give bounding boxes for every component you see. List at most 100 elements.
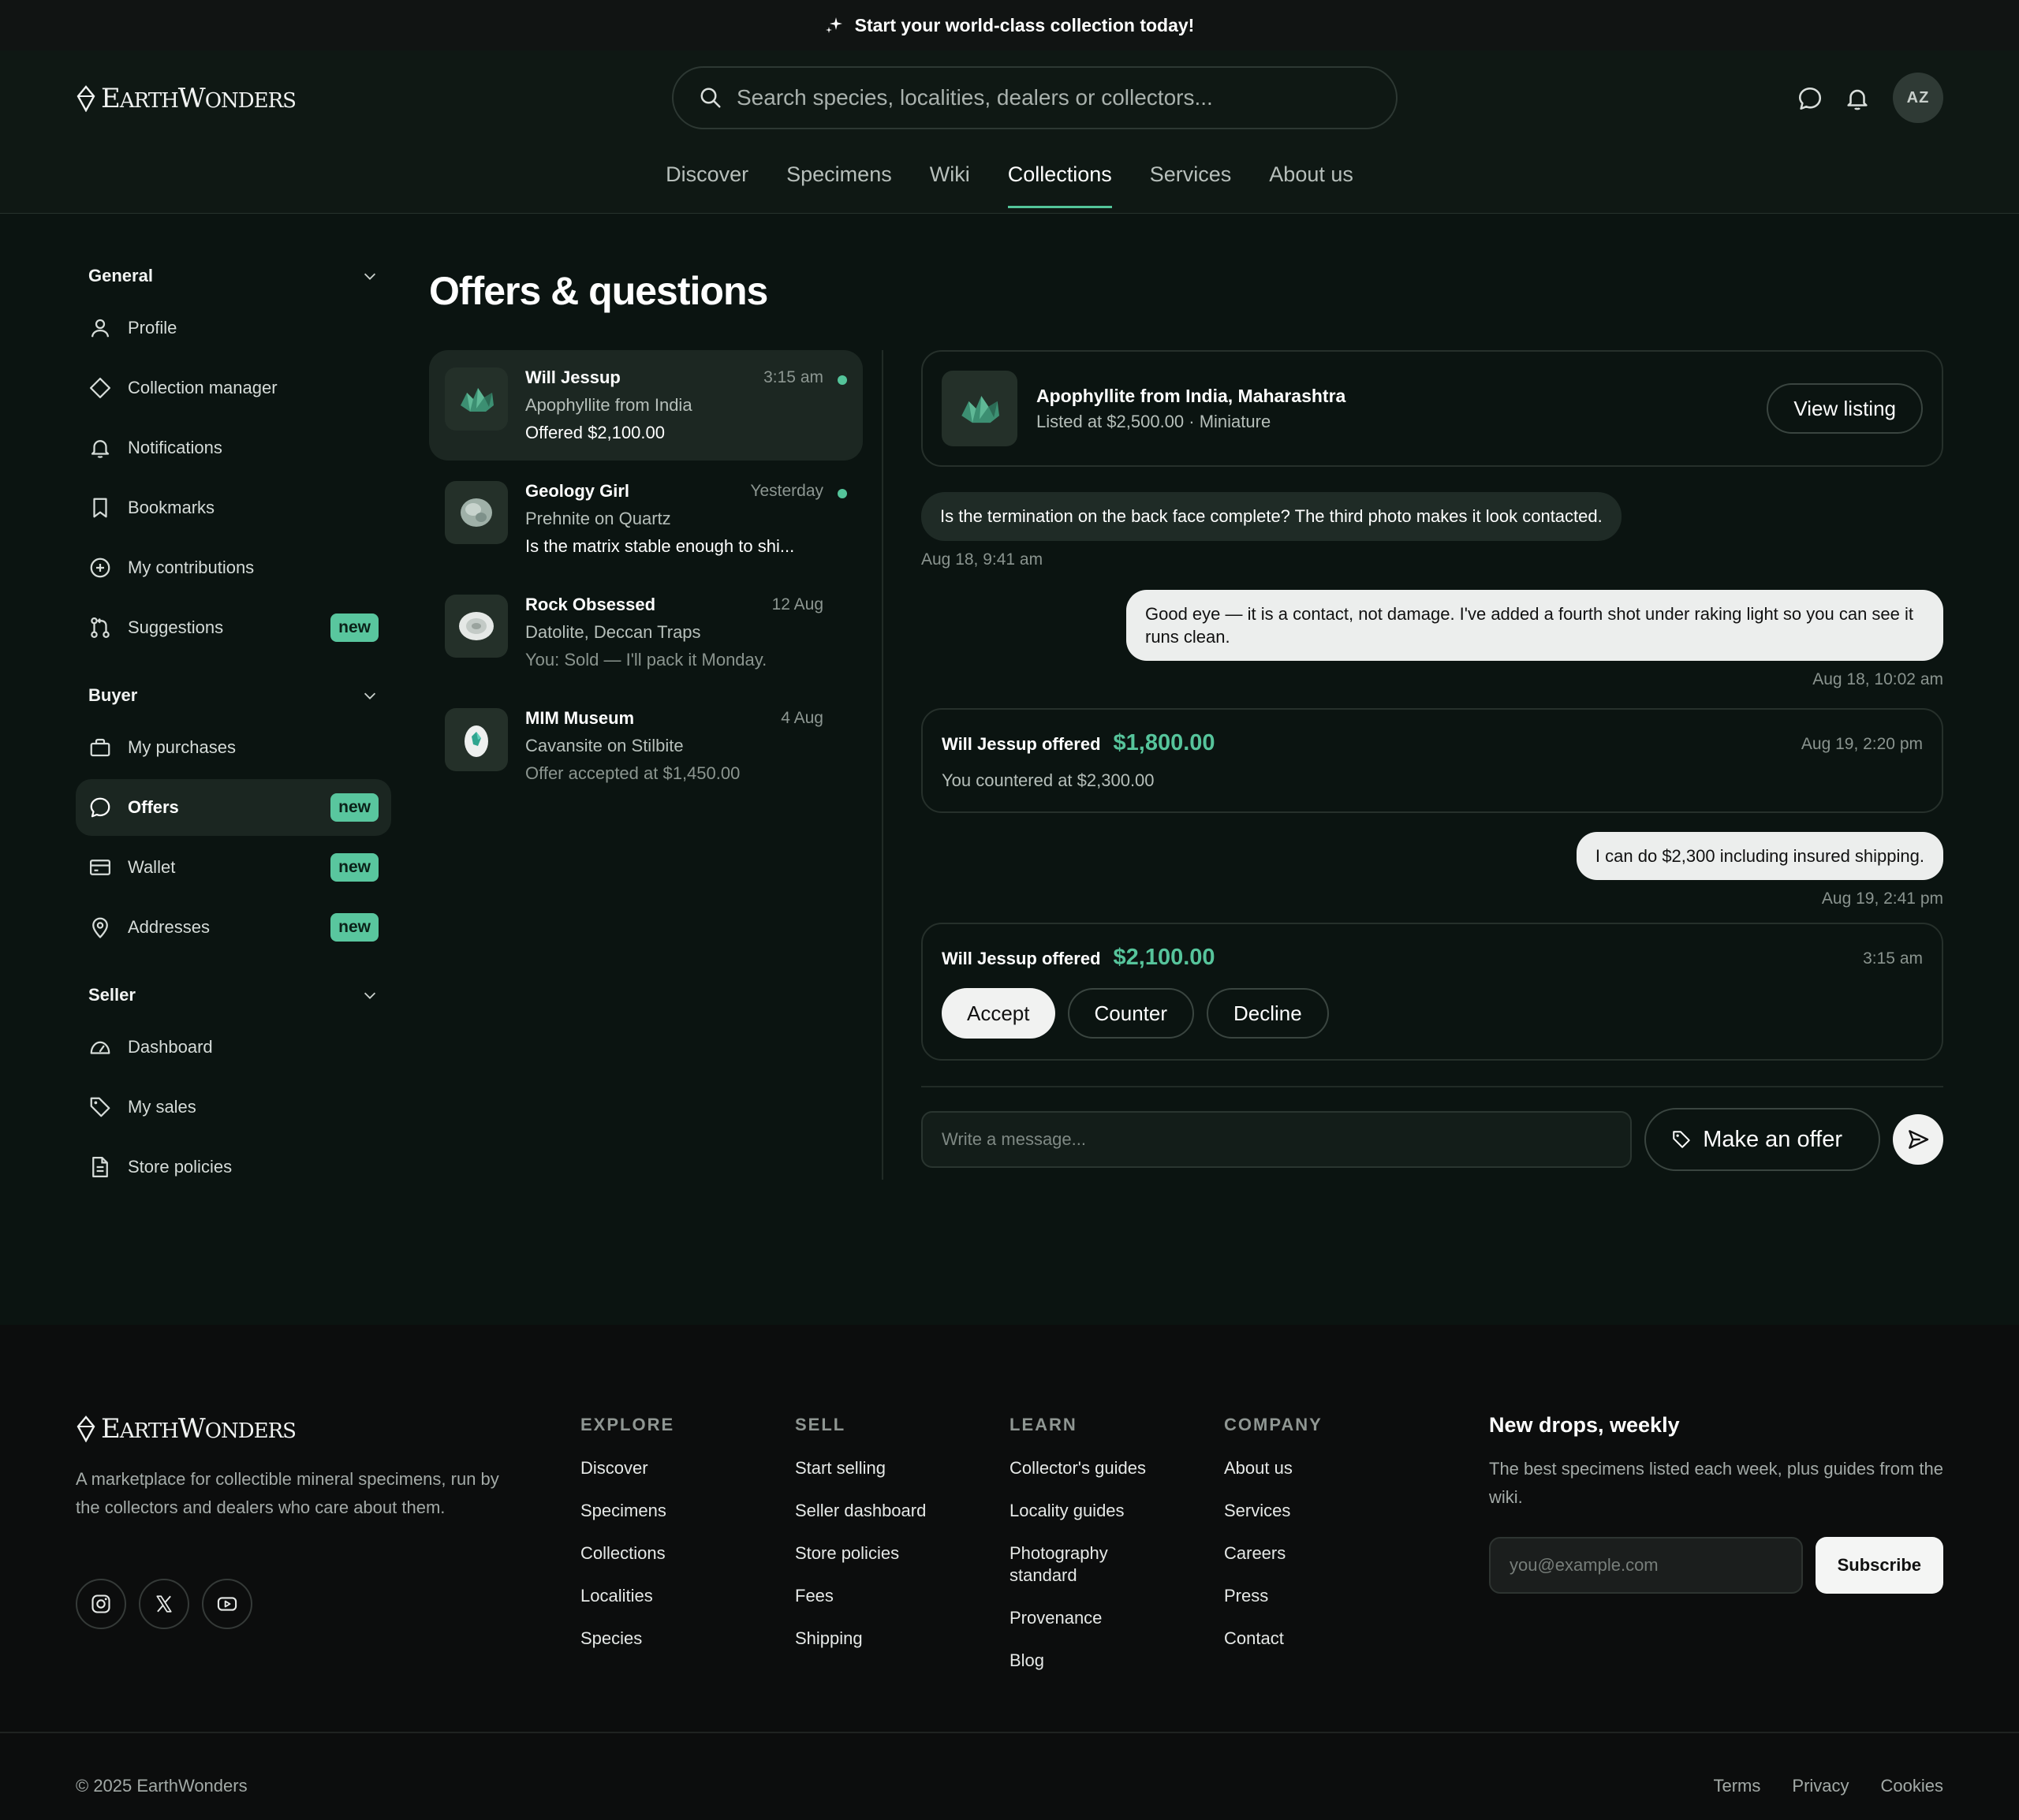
sidebar-item-suggestions[interactable]: Suggestions new	[76, 599, 391, 656]
send-icon	[1909, 1130, 1929, 1149]
nav-specimens[interactable]: Specimens	[786, 162, 892, 207]
cookies-link[interactable]: Cookies	[1881, 1776, 1943, 1796]
instagram-link[interactable]	[76, 1579, 126, 1629]
footer-link[interactable]: Services	[1224, 1500, 1323, 1522]
conversation-item[interactable]: MIM Museum 4 Aug Cavansite on Stilbite Of…	[429, 691, 863, 801]
decline-button[interactable]: Decline	[1207, 988, 1329, 1039]
privacy-link[interactable]: Privacy	[1792, 1776, 1849, 1796]
conversation-list: Will Jessup 3:15 am Apophyllite from Indi…	[429, 350, 863, 804]
brand-logo[interactable]: EARTHWONDERS	[76, 1413, 297, 1445]
unread-dot	[838, 489, 847, 498]
footer-column-company: COMPANY About us Services Careers Press …	[1224, 1415, 1323, 1650]
conversation-item[interactable]: Will Jessup 3:15 am Apophyllite from Indi…	[429, 350, 863, 461]
footer-link[interactable]: Press	[1224, 1585, 1323, 1607]
nav-collections[interactable]: Collections	[1007, 162, 1112, 208]
accept-button[interactable]: Accept	[942, 988, 1055, 1039]
unread-dot	[838, 375, 847, 385]
footer-link[interactable]: Seller dashboard	[795, 1500, 926, 1522]
footer-link[interactable]: Blog	[1010, 1650, 1167, 1672]
footer-link[interactable]: Discover	[580, 1457, 674, 1479]
bag-icon	[90, 738, 110, 757]
counter-button[interactable]: Counter	[1067, 988, 1194, 1039]
nav-services[interactable]: Services	[1150, 162, 1232, 207]
tag-icon	[90, 1097, 110, 1117]
sidebar-item-wallet[interactable]: Wallet new	[76, 839, 391, 896]
new-badge: new	[330, 853, 379, 882]
footer-link[interactable]: Species	[580, 1628, 674, 1650]
incoming-message: Is the termination on the back face comp…	[921, 492, 1622, 541]
offer-timestamp: 3:15 am	[1863, 949, 1923, 968]
message-timestamp: Aug 19, 2:41 pm	[1821, 889, 1943, 908]
sidebar-item-my-sales[interactable]: My sales	[76, 1079, 391, 1136]
send-button[interactable]	[1893, 1114, 1943, 1165]
conversation-item[interactable]: Rock Obsessed 12 Aug Datolite, Deccan Tra…	[429, 577, 863, 688]
footer-link[interactable]: Fees	[795, 1585, 926, 1607]
make-offer-button[interactable]: Make an offer	[1644, 1108, 1880, 1171]
footer-link[interactable]: Locality guides	[1010, 1500, 1167, 1522]
message-input[interactable]	[921, 1111, 1633, 1168]
sidebar-item-collection-manager[interactable]: Collection manager	[76, 360, 391, 416]
search-icon	[700, 88, 721, 108]
section-general[interactable]: General	[76, 252, 391, 300]
sidebar-item-profile[interactable]: Profile	[76, 300, 391, 356]
bookmark-icon	[93, 498, 107, 518]
x-link[interactable]	[139, 1579, 189, 1629]
footer-tagline: A marketplace for collectible mineral sp…	[76, 1469, 499, 1517]
footer-link[interactable]: Localities	[580, 1585, 674, 1607]
section-seller[interactable]: Seller	[76, 972, 391, 1019]
footer-link[interactable]: Start selling	[795, 1457, 926, 1479]
footer-link[interactable]: Collections	[580, 1542, 674, 1565]
specimen-thumbnail	[445, 481, 508, 544]
footer-link[interactable]: Provenance	[1010, 1607, 1167, 1629]
message-timestamp: Aug 18, 10:02 am	[1812, 670, 1943, 688]
pin-icon	[92, 917, 108, 938]
footer-link[interactable]: Store policies	[795, 1542, 926, 1565]
site-header: EARTHWONDERS AZ Discover Specimens Wiki …	[0, 50, 2019, 214]
nav-about-us[interactable]: About us	[1269, 162, 1353, 207]
subscribe-button[interactable]: Subscribe	[1815, 1537, 1943, 1594]
announcement-bar: Start your world-class collection today!	[0, 0, 2019, 50]
section-buyer[interactable]: Buyer	[76, 672, 391, 719]
footer-link[interactable]: About us	[1224, 1457, 1323, 1479]
nav-discover[interactable]: Discover	[666, 162, 748, 207]
divider	[0, 1732, 2019, 1733]
chevron-down-icon	[364, 273, 376, 280]
footer-link[interactable]: Careers	[1224, 1542, 1323, 1565]
bell-icon[interactable]	[1844, 85, 1871, 112]
sidebar-item-store-policies[interactable]: Store policies	[76, 1139, 391, 1195]
footer-link[interactable]: Shipping	[795, 1628, 926, 1650]
sidebar-item-notifications[interactable]: Notifications	[76, 420, 391, 476]
footer-link[interactable]: Collector's guides	[1010, 1457, 1167, 1479]
brand-logo[interactable]: EARTHWONDERS	[76, 83, 297, 114]
offer-amount: $1,800.00	[1113, 730, 1215, 755]
new-badge: new	[330, 793, 379, 822]
offer-card: Will Jessup offered $2,100.00 3:15 am Ac…	[921, 923, 1943, 1061]
nav-wiki[interactable]: Wiki	[930, 162, 970, 207]
footer-link[interactable]: Contact	[1224, 1628, 1323, 1650]
email-field[interactable]	[1489, 1537, 1803, 1594]
youtube-link[interactable]	[202, 1579, 252, 1629]
view-listing-button[interactable]: View listing	[1767, 383, 1923, 434]
search-bar[interactable]	[672, 66, 1398, 129]
outgoing-message: Good eye — it is a contact, not damage. …	[1126, 590, 1943, 661]
specimen-thumbnail	[445, 708, 508, 771]
footer-link[interactable]: Specimens	[580, 1500, 674, 1522]
message-timestamp: Aug 18, 9:41 am	[921, 550, 1043, 569]
sidebar-item-my-contributions[interactable]: My contributions	[76, 539, 391, 596]
search-input[interactable]	[737, 85, 1368, 110]
footer-column-sell: SELL Start selling Seller dashboard Stor…	[795, 1415, 927, 1650]
avatar[interactable]: AZ	[1893, 73, 1943, 123]
terms-link[interactable]: Terms	[1714, 1776, 1761, 1796]
chevron-down-icon	[364, 992, 376, 999]
sidebar-item-addresses[interactable]: Addresses new	[76, 899, 391, 956]
conversation-item[interactable]: Geology Girl Yesterday Prehnite on Quartz…	[429, 464, 863, 574]
footer-link[interactable]: Photography standard	[1010, 1542, 1167, 1587]
instagram-icon	[91, 1594, 110, 1613]
plus-circle-icon	[90, 558, 110, 578]
sidebar-item-offers[interactable]: Offers new	[76, 779, 391, 836]
gem-logo-icon	[77, 1415, 95, 1442]
sidebar-item-bookmarks[interactable]: Bookmarks	[76, 479, 391, 536]
sidebar-item-my-purchases[interactable]: My purchases	[76, 719, 391, 776]
sidebar-item-dashboard[interactable]: Dashboard	[76, 1019, 391, 1076]
chat-icon[interactable]	[1797, 85, 1823, 112]
